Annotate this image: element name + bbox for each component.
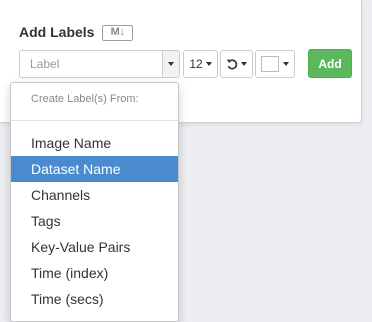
label-source-dropdown-toggle[interactable] <box>162 50 180 78</box>
color-picker-button[interactable] <box>255 50 295 78</box>
font-size-value: 12 <box>189 57 203 71</box>
menu-divider <box>11 120 178 121</box>
rotate-button[interactable] <box>220 50 253 78</box>
menu-item-dataset-name[interactable]: Dataset Name <box>11 156 178 182</box>
menu-header: Create Label(s) From: <box>31 93 139 105</box>
label-source-menu: Create Label(s) From: Image Name Dataset… <box>10 82 179 322</box>
markdown-icon[interactable]: M↓ <box>102 25 133 41</box>
rotate-ccw-icon <box>226 58 238 69</box>
menu-item-key-value-pairs[interactable]: Key-Value Pairs <box>11 234 178 260</box>
add-button[interactable]: Add <box>308 49 352 78</box>
menu-item-tags[interactable]: Tags <box>11 208 178 234</box>
caret-down-icon <box>168 62 174 66</box>
menu-item-channels[interactable]: Channels <box>11 182 178 208</box>
color-swatch <box>261 56 279 72</box>
menu-item-image-name[interactable]: Image Name <box>11 130 178 156</box>
caret-down-icon <box>283 62 289 66</box>
panel-title: Add Labels <box>19 24 95 40</box>
menu-item-time-secs[interactable]: Time (secs) <box>11 286 178 312</box>
label-input[interactable] <box>19 50 163 78</box>
font-size-select[interactable]: 12 <box>183 50 218 78</box>
caret-down-icon <box>205 62 212 66</box>
menu-item-time-index[interactable]: Time (index) <box>11 260 178 286</box>
caret-down-icon <box>241 62 247 66</box>
